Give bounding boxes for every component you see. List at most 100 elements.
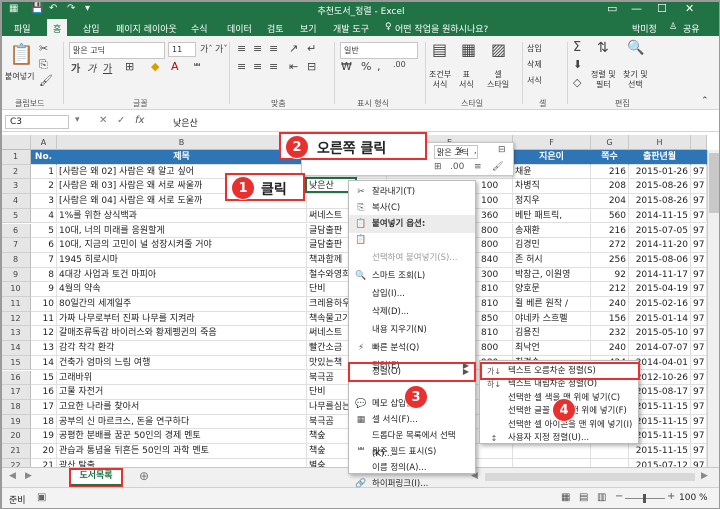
cell-f[interactable]: 존 허시 — [513, 252, 591, 268]
cell-b[interactable]: 고요한 나라를 찾아서 — [57, 399, 307, 415]
italic-button[interactable]: 가 — [87, 60, 96, 75]
autosum-icon[interactable]: Σ — [573, 40, 581, 55]
col-header-i[interactable] — [691, 135, 707, 150]
cell-i[interactable]: 97 — [691, 267, 707, 283]
tell-me-box[interactable]: 어떤 작업을 원하시나요? — [395, 22, 488, 35]
cell-f[interactable]: 야네카 스흐펠 — [513, 311, 591, 327]
cell-b[interactable]: 1945 히로시마 — [57, 252, 307, 268]
fill-icon[interactable]: ⬇ — [573, 58, 582, 71]
row-header[interactable]: 13 — [1, 326, 31, 342]
row-header[interactable]: 10 — [1, 282, 31, 297]
row-header[interactable]: 16 — [1, 370, 31, 386]
tab-data[interactable]: 데이터 — [227, 22, 252, 35]
row-header[interactable]: 18 — [1, 399, 31, 415]
wrap-text-icon[interactable]: ↵ — [307, 42, 316, 55]
horizontal-scrollbar[interactable] — [485, 473, 695, 481]
cell-b[interactable]: 1%를 위한 상식백과 — [57, 208, 307, 224]
cell-f[interactable] — [513, 444, 591, 459]
zoom-out-icon[interactable]: − — [615, 491, 623, 502]
cell-b[interactable]: 건축가 엄마의 느림 여행 — [57, 355, 307, 371]
indent-icon[interactable]: ⇤ — [289, 60, 298, 73]
row-header[interactable]: 11 — [1, 297, 31, 312]
cut-icon[interactable]: ✂ — [39, 42, 48, 55]
cell-a[interactable]: 13 — [31, 341, 57, 356]
find-icon[interactable]: 🔍 — [627, 40, 644, 56]
cell-a[interactable]: 7 — [31, 252, 57, 268]
format-cells-button[interactable]: 서식 — [527, 76, 542, 86]
cell-f[interactable]: 지은이 — [513, 150, 591, 165]
cell-i[interactable]: 97 — [691, 164, 707, 180]
zoom-in-icon[interactable]: + — [667, 491, 675, 502]
cell-f[interactable]: 김경민 — [513, 238, 591, 253]
cell-i[interactable]: 97 — [691, 355, 707, 371]
cell-f[interactable]: 정지우 — [513, 194, 591, 209]
cell-b[interactable]: 공부의 신 마르크스, 돈을 연구하다 — [57, 414, 307, 430]
orientation-icon[interactable]: ↗ — [289, 42, 298, 55]
cell-f[interactable]: 김용진 — [513, 326, 591, 342]
cell-h[interactable]: 2014-11-15 — [629, 208, 691, 224]
cell-a[interactable]: 5 — [31, 223, 57, 239]
row-header[interactable]: 4 — [1, 194, 31, 209]
vertical-scroll-thumb[interactable] — [709, 153, 719, 213]
cell-a[interactable]: 17 — [31, 399, 57, 415]
cell-i[interactable]: 97 — [691, 282, 707, 297]
font-size-box[interactable]: 11 — [168, 42, 196, 57]
cell-a[interactable]: 18 — [31, 414, 57, 430]
bold-button[interactable]: 가 — [71, 60, 80, 75]
cell-style-icon[interactable]: ▨ — [491, 40, 506, 59]
context-menu-item[interactable]: 🔍 스마트 조회(L) — [349, 267, 475, 285]
cell-b[interactable]: 고래바위 — [57, 370, 307, 386]
cell-a[interactable]: 2 — [31, 179, 57, 195]
share-button[interactable]: 공유 — [683, 22, 700, 35]
formula-input[interactable]: 낮은산 — [173, 116, 198, 129]
zoom-slider-thumb[interactable] — [643, 494, 646, 503]
cell-a[interactable]: 15 — [31, 370, 57, 386]
cell-i[interactable]: 97 — [691, 297, 707, 312]
cell-h[interactable]: 2015-11-15 — [629, 444, 691, 459]
currency-icon[interactable]: ₩ — [341, 60, 352, 73]
grow-font-icon[interactable]: 가ˆ — [200, 42, 213, 55]
namebox-dropdown-icon[interactable]: ▾ — [75, 115, 80, 125]
cell-a[interactable]: 11 — [31, 311, 57, 327]
cell-g[interactable]: 92 — [591, 267, 629, 283]
cell-i[interactable]: 97 — [691, 238, 707, 253]
cell-h[interactable]: 출판년월 — [629, 150, 691, 165]
cell-i[interactable]: 97 — [691, 223, 707, 239]
tab-file[interactable]: 파일 — [14, 22, 31, 35]
mini-format-painter-icon[interactable]: ⊟ — [498, 145, 506, 155]
maximize-icon[interactable]: ☐ — [657, 2, 667, 15]
col-header-a[interactable]: A — [31, 135, 57, 150]
cell-a[interactable]: 10 — [31, 297, 57, 312]
row-header[interactable]: 20 — [1, 429, 31, 444]
tab-developer[interactable]: 개발 도구 — [333, 22, 369, 35]
tab-review[interactable]: 검토 — [267, 22, 284, 35]
cell-a[interactable]: 12 — [31, 326, 57, 342]
cell-i[interactable] — [691, 150, 707, 165]
cell-a[interactable]: 8 — [31, 267, 57, 283]
cell-a[interactable]: 19 — [31, 429, 57, 444]
cell-b[interactable]: 가짜 나무로부터 진짜 나무를 지켜라 — [57, 311, 307, 327]
cell-a[interactable]: 9 — [31, 282, 57, 297]
number-format-box[interactable]: 일반 — [340, 42, 418, 59]
cell-a[interactable]: 16 — [31, 385, 57, 400]
tab-insert[interactable]: 삽입 — [83, 22, 100, 35]
cell-h[interactable]: 2014-11-20 — [629, 238, 691, 253]
cell-i[interactable]: 97 — [691, 341, 707, 356]
cell-a[interactable]: 1 — [31, 164, 57, 180]
fill-color-icon[interactable]: ◆ — [151, 60, 159, 73]
cell-b[interactable]: 4월의 약속 — [57, 282, 307, 297]
cell-g[interactable]: 212 — [591, 282, 629, 297]
comma-button[interactable]: , — [377, 60, 381, 73]
cell-h[interactable]: 2015-04-19 — [629, 282, 691, 297]
cell-h[interactable]: 2014-07-07 — [629, 341, 691, 356]
shrink-font-icon[interactable]: 가ˇ — [215, 42, 228, 55]
cell-g[interactable]: 쪽수 — [591, 150, 629, 165]
cell-i[interactable]: 97 — [691, 252, 707, 268]
cell-g[interactable]: 216 — [591, 223, 629, 239]
user-name[interactable]: 박미정 — [632, 22, 657, 35]
collapse-ribbon-icon[interactable]: ⌃ — [701, 96, 709, 106]
cell-i[interactable]: 97 — [691, 208, 707, 224]
find-select-button[interactable]: 찾기 및 선택 — [623, 70, 648, 90]
align-center-icon[interactable]: ≡ — [253, 60, 262, 73]
align-bottom-icon[interactable]: ≡ — [269, 42, 278, 55]
